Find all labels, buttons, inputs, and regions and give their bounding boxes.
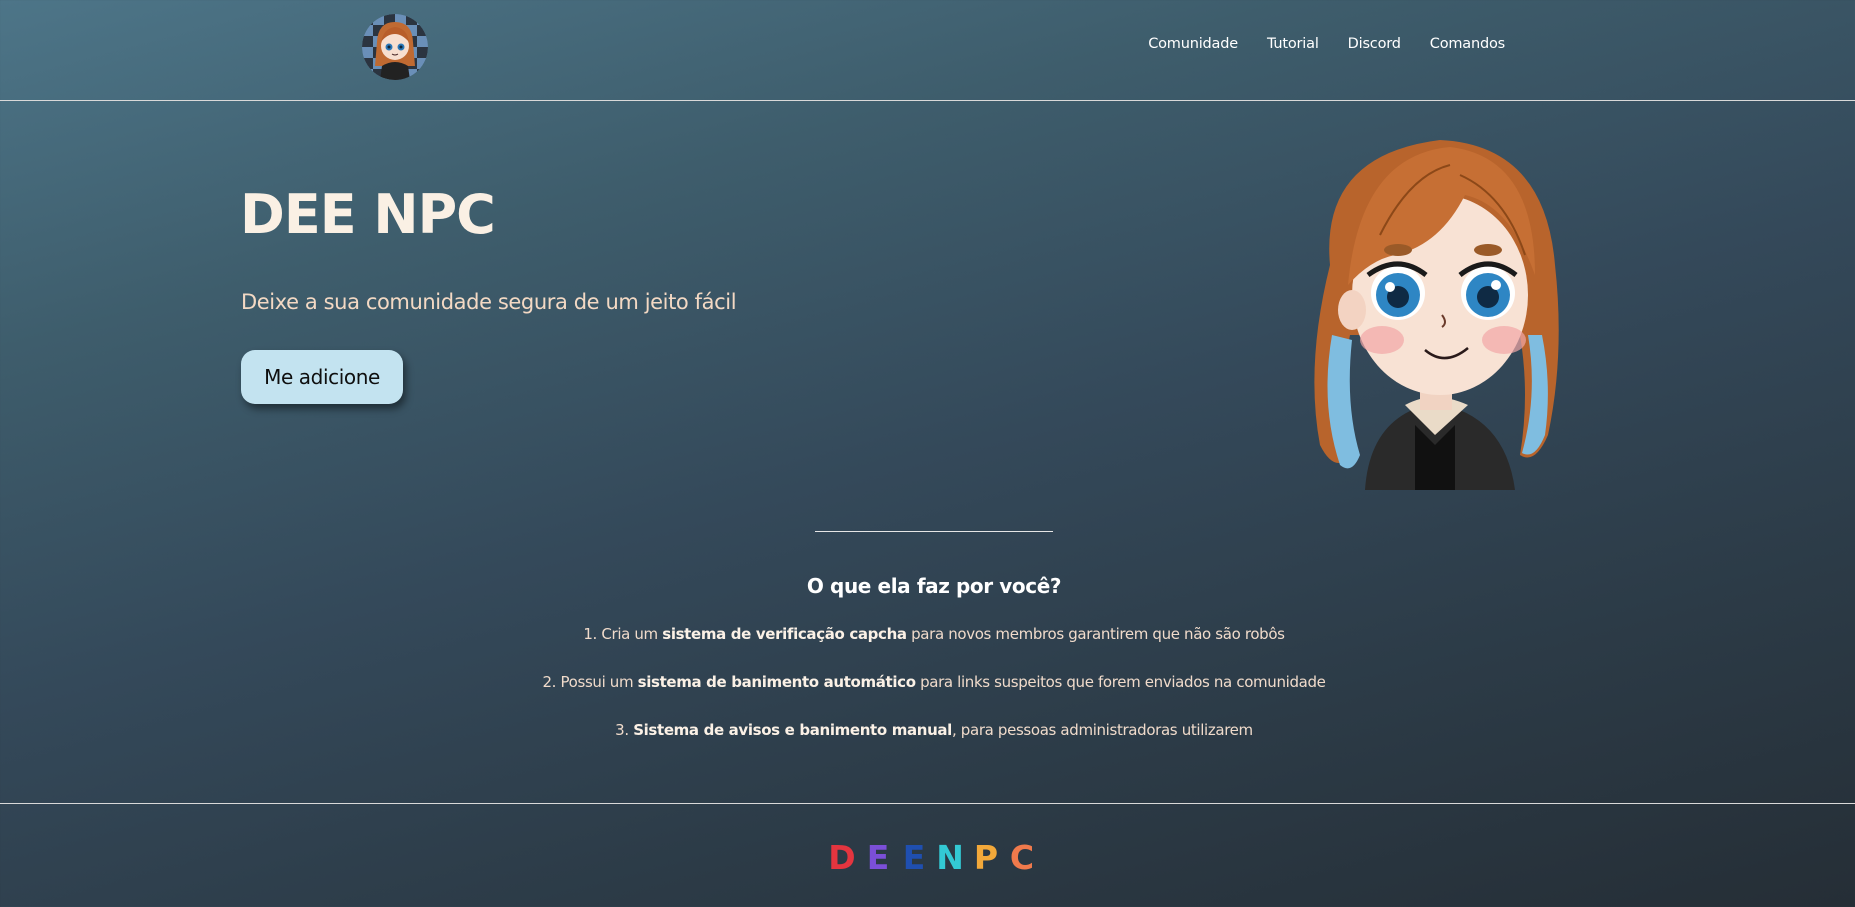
- feature-item: 3. Sistema de avisos e banimento manual,…: [0, 721, 1855, 739]
- hero-subtitle: Deixe a sua comunidade segura de um jeit…: [241, 290, 737, 314]
- feature-suffix: para links suspeitos que forem enviados …: [915, 673, 1326, 691]
- character-illustration-graphic: [1314, 140, 1559, 490]
- footer-logo: D E E N P C: [828, 841, 1036, 874]
- feature-item: 1. Cria um sistema de verificação capcha…: [0, 625, 1855, 643]
- feature-prefix: 2. Possui um: [542, 673, 638, 691]
- nav-link-discord[interactable]: Discord: [1348, 36, 1401, 52]
- main-nav: Comunidade Tutorial Discord Comandos: [1148, 36, 1505, 52]
- feature-highlight: sistema de verificação capcha: [662, 625, 907, 643]
- footer-logo-letter: C: [1009, 838, 1035, 877]
- footer-logo-letter: E: [866, 838, 890, 877]
- feature-suffix: , para pessoas administradoras utilizare…: [951, 721, 1253, 739]
- feature-prefix: 3.: [615, 721, 634, 739]
- nav-link-comandos[interactable]: Comandos: [1430, 36, 1505, 52]
- feature-highlight: sistema de banimento automático: [637, 673, 916, 691]
- site-header: Comunidade Tutorial Discord Comandos: [0, 0, 1855, 101]
- footer-logo-letter: E: [902, 838, 926, 877]
- features-heading: O que ela faz por você?: [806, 574, 1062, 598]
- feature-prefix: 1. Cria um: [583, 625, 663, 643]
- nav-link-comunidade[interactable]: Comunidade: [1148, 36, 1238, 52]
- feature-suffix: para novos membros garantirem que não sã…: [906, 625, 1285, 643]
- footer-logo-letter: N: [936, 838, 964, 877]
- chibi-character-illustration: [1290, 135, 1580, 490]
- footer-logo-letter: D: [828, 838, 856, 877]
- footer-logo-letter: P: [973, 838, 999, 877]
- character-avatar-icon[interactable]: [362, 14, 428, 80]
- site-footer: D E E N P C: [0, 803, 1855, 907]
- hero-title: DEE NPC: [240, 183, 496, 246]
- add-bot-button[interactable]: Me adicione: [241, 350, 403, 404]
- avatar-graphic: [362, 14, 428, 80]
- feature-highlight: Sistema de avisos e banimento manual: [633, 721, 952, 739]
- section-divider: [815, 531, 1053, 532]
- feature-item: 2. Possui um sistema de banimento automá…: [0, 673, 1855, 691]
- nav-link-tutorial[interactable]: Tutorial: [1267, 36, 1319, 52]
